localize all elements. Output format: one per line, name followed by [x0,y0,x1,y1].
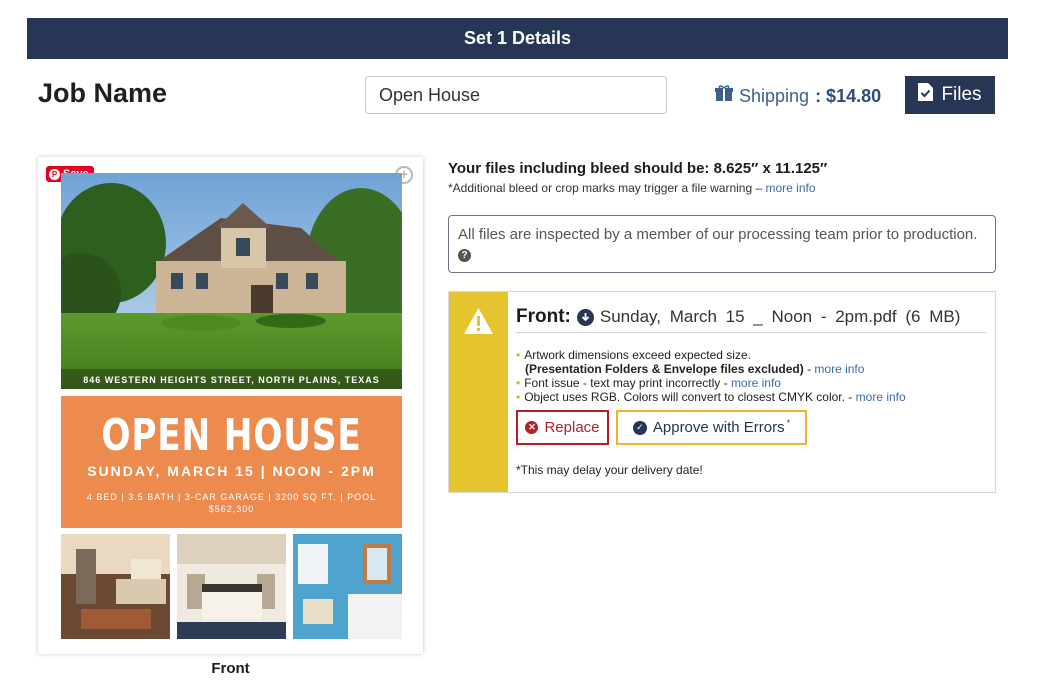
file-name-link[interactable]: Sunday, March 15 _ Noon - 2pm.pdf (6 MB) [600,307,961,327]
bullet-dot: • [516,390,521,404]
bathroom-photo [293,534,402,639]
job-name-input[interactable] [365,76,667,114]
bullet-dot: • [516,376,521,390]
shipping-info: Shipping: $14.80 [715,85,881,107]
approve-asterisk: * [786,417,791,428]
shipping-label: Shipping [739,85,810,106]
issue-text: Object uses RGB. Colors will convert to … [524,390,853,404]
flyer-banner: OPEN HOUSE SUNDAY, MARCH 15 | NOON - 2PM… [61,396,402,528]
warning-icon [464,308,493,334]
gift-box-icon [715,85,733,107]
bedroom-photo [177,534,286,639]
page-header: Set 1 Details [27,18,1008,59]
issue-text: Artwork dimensions exceed expected size. [524,348,751,362]
bleed-note-text: *Additional bleed or crop marks may trig… [448,181,763,195]
bullet-dot: • [516,348,521,362]
issue-more-info-link[interactable]: more info [731,376,781,390]
files-button[interactable]: Files [905,76,995,114]
check-circle-icon: ✓ [632,420,647,435]
issue-list: • Artwork dimensions exceed expected size… [516,348,906,404]
issue-item: • Object uses RGB. Colors will convert to… [516,390,906,404]
flyer-headline: OPEN HOUSE [101,410,362,461]
inspection-text: All files are inspected by a member of o… [458,226,978,243]
issue-item: • Artwork dimensions exceed expected size… [516,348,906,362]
house-photo: 846 WESTERN HEIGHTS STREET, NORTH PLAINS… [61,173,402,389]
issue-more-info-link[interactable]: more info [856,390,906,404]
flyer-caption: Front [211,660,250,677]
flyer-address: 846 WESTERN HEIGHTS STREET, NORTH PLAINS… [83,375,380,385]
file-header: Front: Sunday, March 15 _ Noon - 2pm.pdf… [516,306,986,333]
replace-button[interactable]: ✕ Replace [516,410,609,445]
warning-strip [449,292,508,492]
issue-subtext: (Presentation Folders & Envelope files e… [525,362,804,376]
shipping-amount: : $14.80 [815,85,882,106]
job-name-label: Job Name [38,78,168,108]
living-room-photo [61,534,170,639]
file-warning-panel: Front: Sunday, March 15 _ Noon - 2pm.pdf… [448,291,996,493]
files-button-label: Files [941,84,982,105]
delay-note: *This may delay your delivery date! [516,463,703,477]
page-title: Set 1 Details [463,28,572,48]
issue-text: Font issue - text may print incorrectly … [524,376,728,390]
bleed-more-info-link[interactable]: more info [766,181,816,195]
file-side-label: Front: [516,306,571,327]
flyer-features: 4 BED | 3.5 BATH | 3-CAR GARAGE | 3200 S… [86,492,377,502]
issue-more-info-link[interactable]: more info [814,362,864,376]
download-icon[interactable] [576,308,594,326]
flyer-preview: P Save + 846 WESTERN HEIGHTS STREET, [38,157,423,654]
approve-label: Approve with Errors [652,419,785,436]
file-check-icon [918,83,934,107]
flyer-date-time: SUNDAY, MARCH 15 | NOON - 2PM [87,463,376,479]
issue-subitem: (Presentation Folders & Envelope files e… [525,362,865,376]
issue-item: • Font issue - text may print incorrectly… [516,376,906,390]
close-circle-icon: ✕ [525,421,539,434]
flyer-price: $562,300 [208,504,255,514]
bleed-note: *Additional bleed or crop marks may trig… [448,181,816,195]
bleed-size-title: Your files including bleed should be: 8.… [448,160,828,177]
inspection-notice: All files are inspected by a member of o… [448,215,996,273]
replace-label: Replace [544,419,600,436]
approve-with-errors-button[interactable]: ✓ Approve with Errors * [616,410,807,445]
pinterest-icon: P [49,168,60,180]
flyer-details: 4 BED | 3.5 BATH | 3-CAR GARAGE | 3200 S… [61,491,402,515]
question-icon[interactable]: ? [458,249,471,262]
